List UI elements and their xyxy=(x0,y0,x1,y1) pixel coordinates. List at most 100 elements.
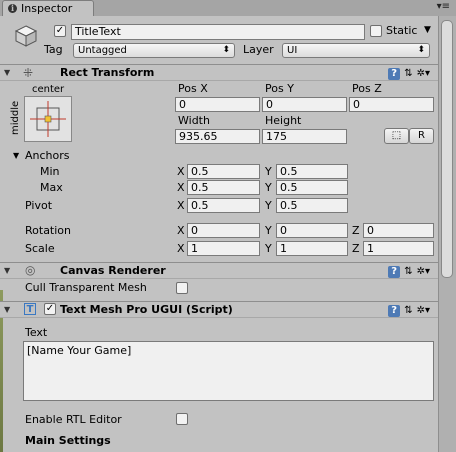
blueprint-mode-button[interactable]: ⬚ xyxy=(384,128,409,144)
scale-x-field[interactable]: 1 xyxy=(187,241,260,256)
anchor-min-x-field[interactable]: 0.5 xyxy=(187,164,260,179)
info-icon: i xyxy=(8,4,17,13)
preset-icon[interactable]: ⇅ xyxy=(404,305,412,316)
anchor-max-x-field[interactable]: 0.5 xyxy=(187,180,260,195)
anchor-vertical-label: middle xyxy=(10,100,21,135)
anchor-preset-icon xyxy=(30,101,66,137)
tmp-header[interactable]: ▼ T ✓ Text Mesh Pro UGUI (Script) ? ⇅ ✲▾ xyxy=(0,301,438,318)
scale-z-field[interactable]: 1 xyxy=(363,241,434,256)
gameobject-icon xyxy=(14,24,38,48)
min-y-axis-label: Y xyxy=(265,165,272,178)
tmp-title: Text Mesh Pro UGUI (Script) xyxy=(60,303,233,316)
max-x-axis-label: X xyxy=(177,181,185,194)
cull-transparent-mesh-label: Cull Transparent Mesh xyxy=(25,281,147,294)
anchors-min-label: Min xyxy=(40,165,60,178)
rotation-y-field[interactable]: 0 xyxy=(276,223,348,238)
help-icon[interactable]: ? xyxy=(388,305,401,317)
static-label: Static xyxy=(386,24,418,37)
pos-x-label: Pos X xyxy=(178,82,208,95)
static-dropdown-arrow[interactable]: ▼ xyxy=(424,25,431,35)
min-x-axis-label: X xyxy=(177,165,185,178)
tab-inspector-label: Inspector xyxy=(21,2,73,15)
chevron-icon: ⬍ xyxy=(222,45,230,55)
static-checkbox[interactable] xyxy=(370,25,382,37)
preset-icon[interactable]: ⇅ xyxy=(404,68,412,79)
tab-bar: i Inspector ▾≡ xyxy=(0,0,456,16)
rotation-z-field[interactable]: 0 xyxy=(363,223,434,238)
object-name-field[interactable]: TitleText xyxy=(71,24,365,40)
rect-transform-header[interactable]: ▼ ⁜ Rect Transform ? ⇅ ✲▾ xyxy=(0,64,438,81)
scale-label: Scale xyxy=(25,242,55,255)
vertical-scrollbar[interactable] xyxy=(438,16,456,452)
scale-x-axis-label: X xyxy=(177,242,185,255)
canvas-renderer-icon: ◎ xyxy=(25,263,36,277)
text-input-area[interactable]: [Name Your Game] xyxy=(23,341,434,401)
pos-y-label: Pos Y xyxy=(265,82,294,95)
pos-z-label: Pos Z xyxy=(352,82,382,95)
layer-label: Layer xyxy=(243,43,274,56)
settings-gear-icon[interactable]: ✲▾ xyxy=(417,266,430,277)
pivot-x-field[interactable]: 0.5 xyxy=(187,198,260,213)
text-label: Text xyxy=(25,326,48,339)
canvas-renderer-header[interactable]: ▼ ◎ Canvas Renderer ? ⇅ ✲▾ xyxy=(0,262,438,279)
raw-edit-button[interactable]: R xyxy=(409,128,434,144)
main-settings-label: Main Settings xyxy=(25,434,111,447)
rotation-z-axis-label: Z xyxy=(352,224,360,237)
foldout-icon[interactable]: ▼ xyxy=(4,68,10,77)
tag-label: Tag xyxy=(44,43,63,56)
enable-rtl-editor-label: Enable RTL Editor xyxy=(25,413,122,426)
height-label: Height xyxy=(265,114,302,127)
anchor-min-y-field[interactable]: 0.5 xyxy=(276,164,348,179)
help-icon[interactable]: ? xyxy=(388,266,401,278)
pos-x-field[interactable]: 0 xyxy=(175,97,260,112)
layer-value: UI xyxy=(287,45,298,56)
settings-gear-icon[interactable]: ✲▾ xyxy=(417,68,430,79)
pivot-y-field[interactable]: 0.5 xyxy=(276,198,348,213)
scrollbar-thumb[interactable] xyxy=(441,20,453,278)
menu-icon[interactable]: ▾≡ xyxy=(437,1,450,12)
enable-rtl-editor-checkbox[interactable] xyxy=(176,413,188,425)
chevron-icon: ⬍ xyxy=(417,45,425,55)
foldout-icon[interactable]: ▼ xyxy=(4,305,10,314)
component-icons: ? ⇅ ✲▾ xyxy=(384,66,430,80)
width-field[interactable]: 935.65 xyxy=(175,129,260,144)
scale-y-field[interactable]: 1 xyxy=(276,241,348,256)
settings-gear-icon[interactable]: ✲▾ xyxy=(417,305,430,316)
pos-y-field[interactable]: 0 xyxy=(262,97,347,112)
height-field[interactable]: 175 xyxy=(262,129,347,144)
anchor-horizontal-label: center xyxy=(32,84,65,95)
pivot-x-axis-label: X xyxy=(177,199,185,212)
width-label: Width xyxy=(178,114,210,127)
rect-transform-icon: ⁜ xyxy=(23,66,34,80)
rotation-x-field[interactable]: 0 xyxy=(187,223,260,238)
text-component-icon: T xyxy=(24,303,36,315)
pivot-y-axis-label: Y xyxy=(265,199,272,212)
pos-z-field[interactable]: 0 xyxy=(349,97,434,112)
anchors-foldout-icon[interactable]: ▼ xyxy=(13,151,19,160)
anchor-preset-button[interactable] xyxy=(24,96,72,142)
component-icons: ? ⇅ ✲▾ xyxy=(384,303,430,317)
foldout-icon[interactable]: ▼ xyxy=(4,266,10,275)
help-icon[interactable]: ? xyxy=(388,68,401,80)
tag-value: Untagged xyxy=(78,45,127,56)
scale-y-axis-label: Y xyxy=(265,242,272,255)
rotation-label: Rotation xyxy=(25,224,72,237)
canvas-renderer-title: Canvas Renderer xyxy=(60,264,166,277)
rect-transform-title: Rect Transform xyxy=(60,66,155,79)
active-checkbox[interactable]: ✓ xyxy=(54,25,66,37)
preset-icon[interactable]: ⇅ xyxy=(404,266,412,277)
anchors-label: Anchors xyxy=(25,149,70,162)
max-y-axis-label: Y xyxy=(265,181,272,194)
rotation-x-axis-label: X xyxy=(177,224,185,237)
anchors-max-label: Max xyxy=(40,181,63,194)
component-icons: ? ⇅ ✲▾ xyxy=(384,264,430,278)
tmp-enabled-checkbox[interactable]: ✓ xyxy=(44,303,56,315)
anchor-max-y-field[interactable]: 0.5 xyxy=(276,180,348,195)
tag-dropdown[interactable]: Untagged ⬍ xyxy=(73,43,235,58)
cull-transparent-mesh-checkbox[interactable] xyxy=(176,282,188,294)
scale-z-axis-label: Z xyxy=(352,242,360,255)
pivot-label: Pivot xyxy=(25,199,53,212)
tab-inspector[interactable]: i Inspector xyxy=(2,0,94,16)
layer-dropdown[interactable]: UI ⬍ xyxy=(282,43,430,58)
rotation-y-axis-label: Y xyxy=(265,224,272,237)
